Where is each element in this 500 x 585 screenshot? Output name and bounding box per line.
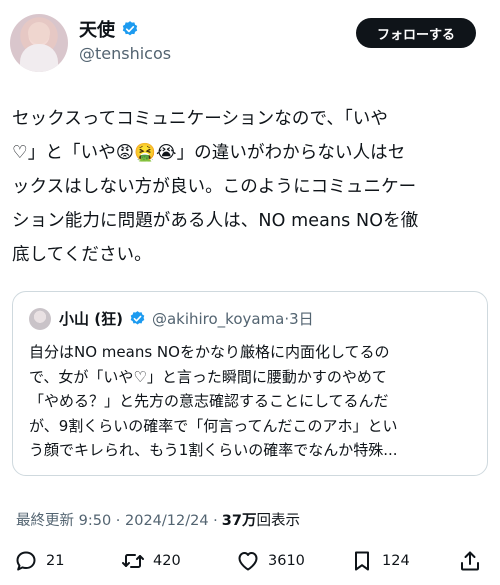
tweet-meta: 最終更新 9:50 · 2024/12/24 · 37万 回表示 xyxy=(16,509,300,530)
action-bar: 21 420 3610 124 xyxy=(0,546,500,576)
retweet-count: 420 xyxy=(153,553,181,569)
tweet-text: セックスってコミュニケーションなので、「いや ♡」と「いや😡🤮😭」の違いがわから… xyxy=(12,102,490,272)
views-label: 回表示 xyxy=(256,513,300,529)
quoted-text-line: う顔でキレられ、もう1割くらいの確率でなんか特殊... xyxy=(29,441,398,459)
tweet-text-line: セックスってコミュニケーションなので、「いや xyxy=(12,109,388,129)
bookmark-button[interactable]: 124 xyxy=(350,546,410,576)
quoted-text-line: 自分はNO means NOをかなり厳格に内面化してるの xyxy=(29,343,390,361)
author-name-row: 天使 xyxy=(79,16,139,42)
quoted-tweet-text: 自分はNO means NOをかなり厳格に内面化してるの で、女が「いや♡」と言… xyxy=(29,340,479,463)
author-avatar[interactable] xyxy=(10,14,68,72)
bookmark-icon xyxy=(355,551,369,571)
quoted-author-avatar xyxy=(29,308,51,330)
bookmark-count: 124 xyxy=(382,553,410,569)
quoted-text-line: が、9割くらいの確率で「何言ってんだこのアホ」とい xyxy=(29,416,398,435)
tweet-text-line: ション能力に問題がある人は、NO means NOを徹 xyxy=(12,211,419,231)
share-button[interactable] xyxy=(458,546,482,576)
quoted-text-line: 「やめる？」と先方の意志確認することにしてるんだ xyxy=(29,392,389,410)
verified-badge-icon xyxy=(130,311,145,325)
tweet-text-line: ♡」と「いや😡🤮😭」の違いがわからない人はセ xyxy=(12,143,406,163)
views-count: 37万 xyxy=(221,513,257,529)
author-display-name[interactable]: 天使 xyxy=(79,16,115,42)
author-handle[interactable]: @tenshicos xyxy=(79,44,171,63)
share-icon xyxy=(461,551,479,571)
like-button[interactable]: 3610 xyxy=(236,546,305,576)
reply-count: 21 xyxy=(46,553,65,569)
reply-button[interactable]: 21 xyxy=(14,546,64,576)
retweet-button[interactable]: 420 xyxy=(121,546,181,576)
quoted-author-handle: @akihiro_koyama xyxy=(151,309,285,328)
tweet-header: 天使 @tenshicos フォローする xyxy=(0,0,500,80)
quoted-tweet-card[interactable]: 小山 (狂) @akihiro_koyama ·3日 自分はNO means NO… xyxy=(12,291,488,476)
tweet-text-line: ックスはしない方が良い。このようにコミュニケー xyxy=(12,177,417,197)
quoted-text-line: で、女が「いや♡」と言った瞬間に腰動かすのやめて xyxy=(29,367,387,386)
quoted-tweet-date: ·3日 xyxy=(284,310,314,328)
tweet-timestamp[interactable]: 最終更新 9:50 · 2024/12/24 · xyxy=(16,509,218,530)
follow-button[interactable]: フォローする xyxy=(356,18,476,48)
like-count: 3610 xyxy=(268,553,305,569)
retweet-icon xyxy=(122,554,144,568)
heart-icon xyxy=(238,552,258,571)
verified-badge-icon xyxy=(122,21,138,36)
quoted-author-name: 小山 (狂) xyxy=(59,310,123,328)
quoted-author-row: 小山 (狂) @akihiro_koyama ·3日 xyxy=(59,308,314,329)
reply-icon xyxy=(16,551,36,571)
tweet-text-line: 底してください。 xyxy=(12,245,152,265)
